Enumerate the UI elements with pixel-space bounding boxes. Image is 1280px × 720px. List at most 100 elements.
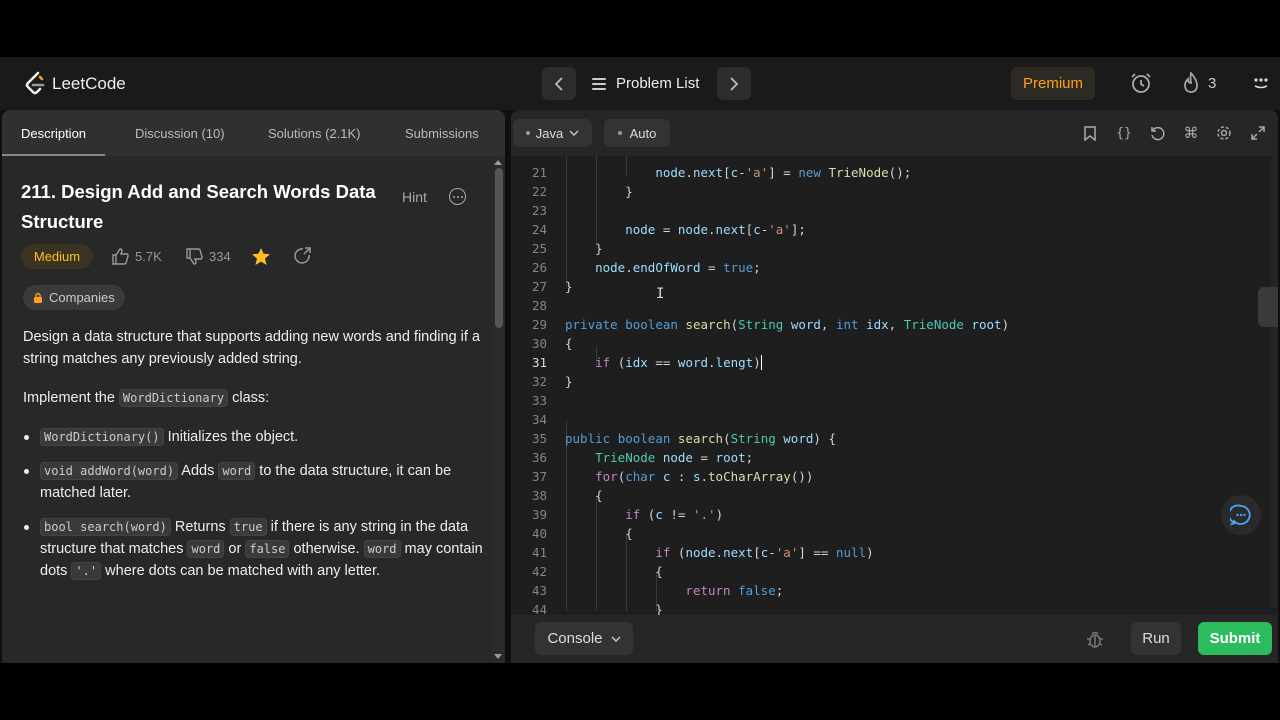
logo[interactable]: LeetCode [24, 69, 126, 99]
like-button[interactable]: 5.7K [112, 245, 162, 267]
method-list: WordDictionary() Initializes the object.… [23, 426, 483, 582]
line-number: 35 [531, 431, 547, 446]
side-panel-toggle[interactable] [1258, 287, 1278, 327]
dislike-button[interactable]: 334 [186, 245, 231, 267]
chevron-down-icon [569, 130, 579, 136]
debug-bug-icon[interactable] [1085, 629, 1105, 649]
premium-button[interactable]: Premium [1011, 67, 1095, 100]
code-line: for(char c : s.toCharArray()) [595, 469, 814, 484]
line-number: 39 [531, 507, 547, 522]
difficulty-badge: Medium [21, 244, 93, 269]
apps-icon[interactable] [1248, 69, 1274, 97]
scroll-thumb[interactable] [495, 168, 503, 328]
tab-submissions[interactable]: Submissions [405, 110, 479, 156]
code-line: return false; [685, 583, 784, 598]
line-number: 21 [531, 165, 547, 180]
editor-toolbar: Java Auto {} ⌘ [511, 110, 1278, 156]
line-number: 30 [531, 336, 547, 351]
dislikes-count: 334 [209, 248, 231, 264]
line-number: 27 [531, 279, 547, 294]
line-number: 32 [531, 374, 547, 389]
reset-icon[interactable] [1146, 122, 1168, 144]
console-label: Console [547, 630, 603, 647]
chevron-down-icon [611, 636, 621, 642]
thumbs-up-icon [112, 247, 129, 265]
line-number: 22 [531, 184, 547, 199]
logo-text: LeetCode [52, 74, 126, 93]
language-label: Java [535, 125, 564, 141]
bookmark-icon[interactable] [1079, 122, 1101, 144]
description-scrollbar[interactable] [492, 156, 505, 663]
code-line: } [565, 241, 603, 256]
tab-discussion[interactable]: Discussion (10) [135, 110, 225, 156]
line-number: 40 [531, 526, 547, 541]
line-number: 38 [531, 488, 547, 503]
code-editor[interactable]: 21 node.next[c-'a'] = new TrieNode(); 22… [511, 156, 1278, 617]
prev-problem-button[interactable] [542, 67, 576, 100]
line-number: 36 [531, 450, 547, 465]
top-navbar: LeetCode Problem List Premium 3 [0, 57, 1280, 110]
code-line: node = node.next[c-'a']; [625, 222, 806, 237]
scroll-up-arrow-icon[interactable] [494, 160, 502, 165]
code-line: { [565, 336, 573, 351]
list-item: WordDictionary() Initializes the object. [23, 426, 483, 448]
companies-tag[interactable]: Companies [23, 285, 125, 310]
code-line: public boolean search(String word) { [565, 431, 836, 446]
console-button[interactable]: Console [535, 622, 633, 655]
run-button[interactable]: Run [1131, 622, 1181, 655]
share-icon[interactable] [294, 247, 311, 264]
list-item: bool search(word) Returns true if there … [23, 516, 483, 582]
code-line: node.endOfWord = true; [595, 260, 761, 275]
code-line: { [565, 526, 633, 541]
code-line: { [565, 564, 663, 579]
problem-list-button[interactable]: Problem List [592, 67, 699, 100]
more-options-icon[interactable] [449, 188, 466, 205]
chevron-right-icon [730, 76, 739, 91]
editor-bottom-bar: Console Run Submit [511, 615, 1278, 663]
chat-button[interactable] [1221, 495, 1261, 535]
problem-description: Design a data structure that supports ad… [23, 326, 483, 594]
companies-label: Companies [49, 290, 115, 305]
problem-title: 211. Design Add and Search Words Data St… [21, 181, 376, 232]
dot-icon [617, 131, 622, 135]
star-icon[interactable] [251, 247, 271, 266]
auto-label: Auto [629, 125, 657, 141]
fullscreen-icon[interactable] [1247, 122, 1269, 144]
settings-gear-icon[interactable] [1213, 122, 1235, 144]
tab-solutions[interactable]: Solutions (2.1K) [268, 110, 361, 156]
chat-bubble-icon [1230, 504, 1251, 526]
next-problem-button[interactable] [717, 67, 751, 100]
alarm-icon[interactable] [1128, 69, 1154, 97]
line-number: 25 [531, 241, 547, 256]
streak-count: 3 [1208, 74, 1217, 92]
line-number: 24 [531, 222, 547, 237]
description-intro: Design a data structure that supports ad… [23, 329, 481, 367]
submit-button[interactable]: Submit [1198, 622, 1272, 655]
editor-scrollbar[interactable] [1271, 156, 1278, 608]
line-number: 26 [531, 260, 547, 275]
code-line: { [565, 488, 603, 503]
implement-line: Implement the WordDictionary class: [23, 389, 270, 407]
code-line: if (c != '.') [625, 507, 724, 522]
command-icon[interactable]: ⌘ [1180, 122, 1202, 144]
active-tab-indicator [2, 154, 105, 156]
text-cursor [760, 355, 762, 370]
tab-description[interactable]: Description [21, 110, 86, 156]
braces-icon[interactable]: {} [1113, 122, 1135, 144]
language-select[interactable]: Java [513, 119, 592, 147]
likes-count: 5.7K [135, 248, 162, 264]
code-line: if (node.next[c-'a'] == null) [655, 545, 874, 560]
streak-counter[interactable]: 3 [1182, 69, 1216, 97]
line-number: 29 [531, 317, 547, 332]
auto-mode-button[interactable]: Auto [604, 119, 670, 147]
code-line: } [565, 184, 633, 199]
line-number: 33 [531, 393, 547, 408]
hint-button[interactable]: Hint [402, 189, 427, 205]
scroll-down-arrow-icon[interactable] [494, 654, 502, 659]
editor-panel: Java Auto {} ⌘ 21 node.next[c-'a'] = new… [511, 110, 1278, 663]
problem-list-label: Problem List [616, 75, 700, 92]
line-number: 42 [531, 564, 547, 579]
line-number: 34 [531, 412, 547, 427]
leetcode-app: LeetCode Problem List Premium 3 Descript… [0, 57, 1280, 663]
thumbs-down-icon [186, 247, 203, 265]
